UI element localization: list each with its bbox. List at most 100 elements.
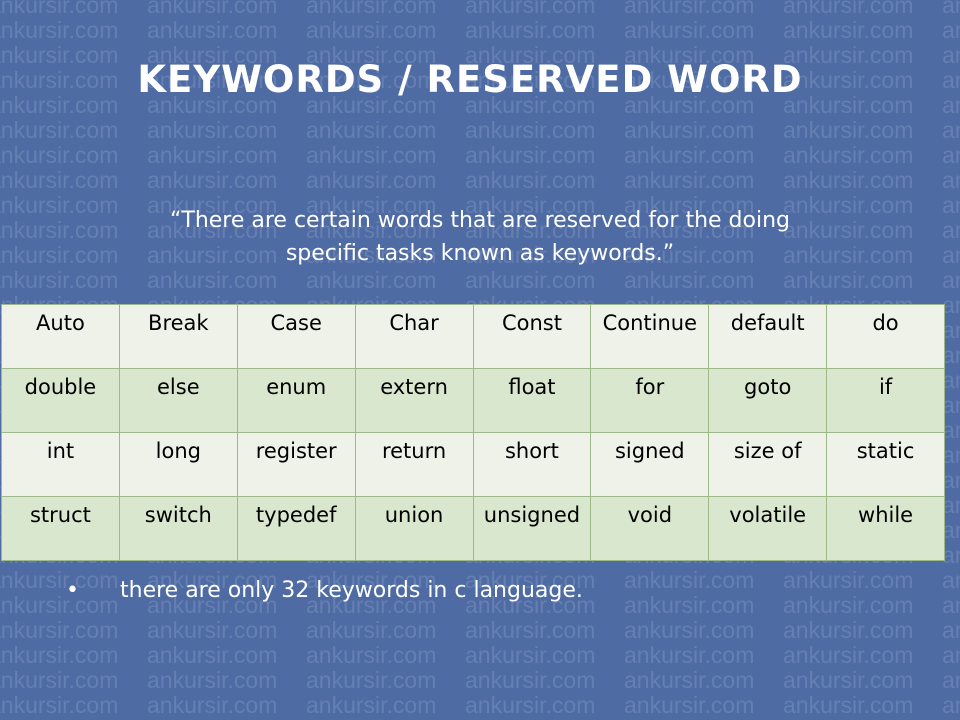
watermark-text: ankursir.com	[147, 617, 278, 643]
watermark-text: ankursir.com	[942, 0, 960, 18]
keyword-cell: enum	[236, 368, 356, 433]
watermark-text: ankursir.com	[783, 592, 914, 618]
watermark-text: ankursir.com	[306, 167, 437, 193]
watermark-text: ankursir.com	[306, 642, 437, 668]
watermark-row: ankursir.com ankursir.com ankursir.com anku…	[0, 17, 960, 44]
watermark-text: ankursir.com	[624, 692, 755, 718]
watermark-row: ankursir.com ankursir.com ankursir.com anku…	[0, 667, 960, 694]
keyword-cell: default	[708, 304, 828, 369]
watermark-text: ankursir.com	[0, 142, 119, 168]
keyword-cell: struct	[1, 496, 120, 561]
watermark-text: ankursir.com	[306, 117, 437, 143]
keyword-cell: int	[1, 432, 120, 497]
keyword-cell: double	[1, 368, 120, 433]
table-row: double else enum extern float for goto if	[1, 368, 945, 433]
watermark-row: ankursir.com ankursir.com ankursir.com anku…	[0, 692, 960, 719]
watermark-text: ankursir.com	[147, 117, 278, 143]
definition-quote: “There are certain words that are reserv…	[60, 204, 900, 270]
watermark-text: ankursir.com	[306, 692, 437, 718]
watermark-text: ankursir.com	[465, 0, 596, 18]
slide-title: KEYWORDS / RESERVED WORD	[137, 58, 803, 101]
keywords-table: Auto Break Case Char Const Continue default do d…	[1, 304, 945, 561]
table-row: int long register return short signed size of s…	[1, 432, 945, 497]
bullet-text: there are only 32 keywords in c language…	[120, 578, 583, 603]
watermark-text: ankursir.com	[624, 142, 755, 168]
watermark-text: ankursir.com	[942, 567, 960, 593]
watermark-text: ankursir.com	[783, 167, 914, 193]
watermark-text: ankursir.com	[465, 167, 596, 193]
watermark-text: ankursir.com	[0, 642, 119, 668]
watermark-text: ankursir.com	[0, 267, 119, 293]
watermark-text: ankursir.com	[783, 667, 914, 693]
watermark-text: ankursir.com	[942, 117, 960, 143]
watermark-text: ankursir.com	[624, 117, 755, 143]
watermark-text: ankursir.com	[942, 617, 960, 643]
watermark-text: ankursir.com	[624, 17, 755, 43]
bullet-marker: •	[66, 578, 79, 603]
keyword-cell: Char	[354, 304, 474, 369]
watermark-text: ankursir.com	[624, 267, 755, 293]
watermark-text: ankursir.com	[147, 267, 278, 293]
watermark-text: ankursir.com	[306, 617, 437, 643]
watermark-text: ankursir.com	[942, 142, 960, 168]
bullet-item: • there are only 32 keywords in c languag…	[66, 578, 583, 603]
watermark-text: ankursir.com	[783, 117, 914, 143]
watermark-text: ankursir.com	[624, 167, 755, 193]
keyword-cell: register	[236, 432, 356, 497]
keyword-cell: union	[354, 496, 474, 561]
keyword-cell: while	[826, 496, 945, 561]
watermark-text: ankursir.com	[0, 692, 119, 718]
keyword-cell: static	[826, 432, 945, 497]
keyword-cell: return	[354, 432, 474, 497]
watermark-text: ankursir.com	[942, 667, 960, 693]
keyword-cell: if	[826, 368, 945, 433]
watermark-text: ankursir.com	[306, 17, 437, 43]
watermark-text: ankursir.com	[0, 0, 119, 18]
watermark-text: ankursir.com	[942, 217, 960, 243]
watermark-text: ankursir.com	[624, 667, 755, 693]
watermark-text: ankursir.com	[147, 142, 278, 168]
watermark-text: ankursir.com	[147, 0, 278, 18]
watermark-text: ankursir.com	[783, 642, 914, 668]
watermark-text: ankursir.com	[147, 17, 278, 43]
keyword-cell: typedef	[236, 496, 356, 561]
keyword-cell: signed	[590, 432, 710, 497]
keyword-cell: short	[472, 432, 592, 497]
keyword-cell: switch	[118, 496, 238, 561]
keyword-cell: Const	[472, 304, 592, 369]
watermark-text: ankursir.com	[465, 142, 596, 168]
watermark-text: ankursir.com	[0, 17, 119, 43]
keyword-cell: Case	[236, 304, 356, 369]
watermark-text: ankursir.com	[0, 617, 119, 643]
watermark-text: ankursir.com	[942, 592, 960, 618]
watermark-text: ankursir.com	[306, 667, 437, 693]
keyword-cell: extern	[354, 368, 474, 433]
watermark-row: ankursir.com ankursir.com ankursir.com anku…	[0, 0, 960, 19]
quote-line-1: “There are certain words that are reserv…	[169, 208, 791, 233]
watermark-text: ankursir.com	[942, 167, 960, 193]
watermark-text: ankursir.com	[465, 267, 596, 293]
watermark-text: ankursir.com	[465, 642, 596, 668]
watermark-text: ankursir.com	[942, 242, 960, 268]
watermark-text: ankursir.com	[624, 642, 755, 668]
watermark-row: ankursir.com ankursir.com ankursir.com anku…	[0, 117, 960, 144]
watermark-text: ankursir.com	[0, 117, 119, 143]
keyword-cell: unsigned	[472, 496, 592, 561]
watermark-text: ankursir.com	[0, 167, 119, 193]
watermark-text: ankursir.com	[465, 617, 596, 643]
watermark-text: ankursir.com	[147, 167, 278, 193]
keyword-cell: for	[590, 368, 710, 433]
watermark-text: ankursir.com	[942, 267, 960, 293]
keyword-cell: else	[118, 368, 238, 433]
watermark-text: ankursir.com	[624, 0, 755, 18]
watermark-text: ankursir.com	[942, 17, 960, 43]
watermark-text: ankursir.com	[465, 667, 596, 693]
watermark-text: ankursir.com	[147, 692, 278, 718]
watermark-row: ankursir.com ankursir.com ankursir.com anku…	[0, 267, 960, 294]
watermark-text: ankursir.com	[942, 67, 960, 93]
keyword-cell: do	[826, 304, 945, 369]
keyword-cell: Auto	[1, 304, 120, 369]
watermark-text: ankursir.com	[783, 142, 914, 168]
watermark-text: ankursir.com	[147, 667, 278, 693]
keyword-cell: void	[590, 496, 710, 561]
